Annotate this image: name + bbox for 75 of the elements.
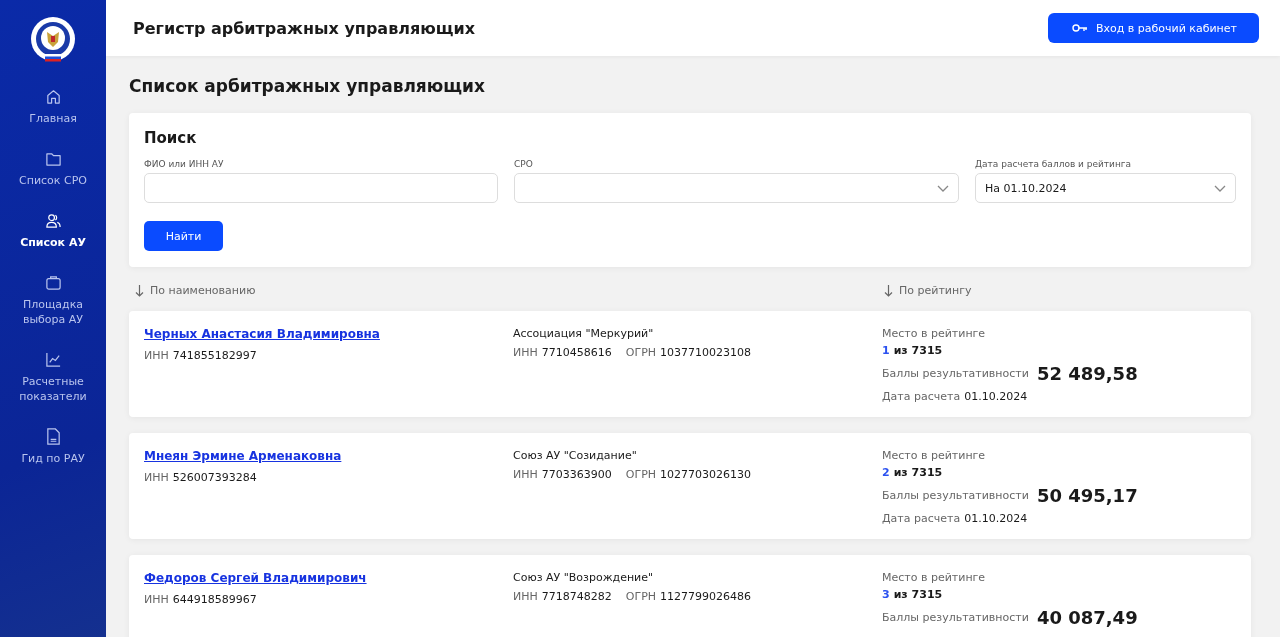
sro-name: Союз АУ "Созидание" bbox=[513, 449, 638, 462]
score-value: 40 087,49 bbox=[1036, 607, 1138, 628]
app-title: Регистр арбитражных управляющих bbox=[133, 18, 476, 38]
date-label: Дата расчета bbox=[882, 390, 961, 403]
sort-by-name-link[interactable]: По наименованию bbox=[135, 284, 256, 297]
page-title: Список арбитражных управляющих bbox=[129, 76, 486, 96]
inn-label: ИНН bbox=[144, 593, 169, 606]
search-title: Поиск bbox=[144, 129, 198, 147]
text-input-field[interactable] bbox=[144, 173, 498, 203]
score-label: Баллы результативности bbox=[882, 489, 1029, 502]
sidebar-item[interactable]: Расчетные показатели bbox=[8, 351, 98, 404]
inn-label: ИНН bbox=[513, 346, 538, 359]
ogrn-label: ОГРН bbox=[625, 346, 657, 359]
inn-value: 7710458616 bbox=[541, 346, 612, 359]
score-value: 50 495,17 bbox=[1036, 485, 1138, 506]
date-value: 01.10.2024 bbox=[964, 390, 1028, 403]
chevron-down-icon bbox=[937, 184, 949, 192]
sro-name: Ассоциация "Меркурий" bbox=[513, 327, 655, 340]
inn-value: 741855182997 bbox=[172, 349, 257, 362]
select-field[interactable] bbox=[514, 173, 959, 203]
inn-label: ИНН bbox=[144, 349, 169, 362]
sidebar-item[interactable]: Главная bbox=[8, 88, 98, 126]
date-value: 01.10.2024 bbox=[964, 512, 1028, 525]
sro-name: Союз АУ "Возрождение" bbox=[513, 571, 655, 584]
briefcase-icon bbox=[44, 274, 62, 291]
field-label: Дата расчета баллов и рейтинга bbox=[975, 159, 1133, 169]
rank-label: Место в рейтинге bbox=[882, 571, 987, 584]
rank-value: 1 bbox=[882, 344, 890, 357]
rank-label: Место в рейтинге bbox=[882, 327, 987, 340]
inn-label: ИНН bbox=[513, 468, 538, 481]
inn-value: 7703363900 bbox=[541, 468, 612, 481]
rank-label: Место в рейтинге bbox=[882, 449, 987, 462]
document-icon bbox=[44, 428, 62, 445]
emblem-logo bbox=[30, 16, 76, 62]
rank-value: 2 bbox=[882, 466, 890, 479]
inn-value: 644918589967 bbox=[172, 593, 257, 606]
manager-name-link[interactable]: Черных Анастасия Владимировна bbox=[144, 327, 513, 341]
field-label: СРО bbox=[514, 159, 534, 169]
select-field[interactable]: На 01.10.2024 bbox=[975, 173, 1236, 203]
sidebar-item[interactable]: Площадка выбора АУ bbox=[8, 274, 98, 327]
ogrn-value: 1127799026486 bbox=[660, 590, 752, 603]
ogrn-label: ОГРН bbox=[625, 590, 657, 603]
inn-value: 7718748282 bbox=[541, 590, 612, 603]
inn-value: 526007393284 bbox=[172, 471, 257, 484]
date-label: Дата расчета bbox=[882, 512, 961, 525]
manager-name-link[interactable]: Мнеян Эрмине Арменаковна bbox=[144, 449, 513, 463]
folder-icon bbox=[44, 150, 62, 167]
find-button[interactable]: Найти bbox=[144, 221, 223, 251]
sort-by-rating-link[interactable]: По рейтингу bbox=[884, 284, 972, 297]
ogrn-value: 1037710023108 bbox=[660, 346, 752, 359]
chart-icon bbox=[44, 351, 62, 368]
sidebar-item[interactable]: Список СРО bbox=[8, 150, 98, 188]
home-icon bbox=[44, 88, 62, 105]
login-button[interactable]: Вход в рабочий кабинет bbox=[1047, 13, 1259, 43]
select-value: На 01.10.2024 bbox=[985, 181, 1067, 195]
rank-total: из 7315 bbox=[893, 344, 943, 357]
manager-name-link[interactable]: Федоров Сергей Владимирович bbox=[144, 571, 513, 585]
chevron-down-icon bbox=[1214, 184, 1226, 192]
score-label: Баллы результативности bbox=[882, 367, 1029, 380]
arrow-down-icon bbox=[135, 284, 144, 297]
rank-total: из 7315 bbox=[893, 588, 943, 601]
field-label: ФИО или ИНН АУ bbox=[144, 159, 225, 169]
ogrn-label: ОГРН bbox=[625, 468, 657, 481]
inn-label: ИНН bbox=[144, 471, 169, 484]
arrow-down-icon bbox=[884, 284, 893, 297]
ogrn-value: 1027703026130 bbox=[660, 468, 752, 481]
sidebar-item[interactable]: Список АУ bbox=[8, 212, 98, 250]
inn-label: ИНН bbox=[513, 590, 538, 603]
rank-total: из 7315 bbox=[893, 466, 943, 479]
sidebar-item[interactable]: Гид по РАУ bbox=[8, 428, 98, 466]
users-icon bbox=[44, 212, 62, 229]
key-icon bbox=[1071, 23, 1088, 33]
score-value: 52 489,58 bbox=[1036, 363, 1138, 384]
score-label: Баллы результативности bbox=[882, 611, 1029, 624]
rank-value: 3 bbox=[882, 588, 890, 601]
